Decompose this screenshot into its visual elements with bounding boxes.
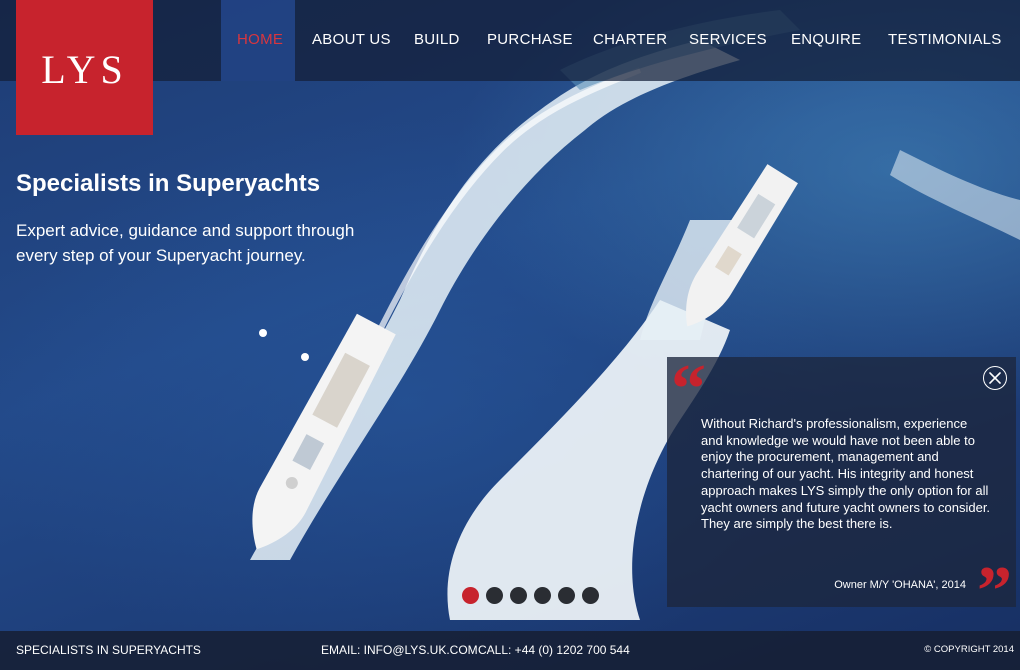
hero-subtitle: Expert advice, guidance and support thro… — [16, 221, 355, 265]
slider-dot-6[interactable] — [582, 587, 599, 604]
testimonial-author: Owner M/Y 'OHANA', 2014 — [834, 579, 966, 591]
slider-dot-3[interactable] — [510, 587, 527, 604]
nav-item-charter[interactable]: CHARTER — [593, 31, 667, 48]
footer-bar: SPECIALISTS IN SUPERYACHTS EMAIL: INFO@L… — [0, 631, 1020, 670]
nav-item-enquire[interactable]: ENQUIRE — [791, 31, 861, 48]
footer-tagline: SPECIALISTS IN SUPERYACHTS — [16, 643, 201, 657]
nav-item-home[interactable]: HOME — [237, 31, 283, 48]
slider-dot-5[interactable] — [558, 587, 575, 604]
hero-title: Specialists in Superyachts — [16, 170, 321, 197]
quote-close-icon: ” — [977, 553, 1012, 630]
nav-item-testimonials[interactable]: TESTIMONIALS — [888, 31, 1002, 48]
close-icon[interactable] — [983, 366, 1007, 390]
slider-dot-4[interactable] — [534, 587, 551, 604]
logo-text: LYS — [41, 47, 128, 92]
testimonial-panel: “ Without Richard's professionalism, exp… — [667, 351, 1016, 627]
nav-item-build[interactable]: BUILD — [414, 31, 460, 48]
footer-email-link[interactable]: EMAIL: INFO@LYS.UK.COM — [321, 643, 478, 657]
footer-copyright: © COPYRIGHT 2014 — [924, 644, 1014, 655]
footer-phone-link[interactable]: CALL: +44 (0) 1202 700 544 — [478, 643, 630, 657]
lys-logo[interactable]: LYS — [16, 0, 153, 135]
testimonial-text: Without Richard's professionalism, exper… — [701, 416, 991, 532]
nav-item-purchase[interactable]: PURCHASE — [487, 31, 573, 48]
nav-item-services[interactable]: SERVICES — [689, 31, 767, 48]
quote-open-icon: “ — [671, 351, 706, 428]
slider-pagination — [462, 587, 599, 604]
nav-item-about-us[interactable]: ABOUT US — [312, 31, 391, 48]
close-x-glyph — [989, 372, 1001, 384]
slider-dot-2[interactable] — [486, 587, 503, 604]
slider-dot-1[interactable] — [462, 587, 479, 604]
